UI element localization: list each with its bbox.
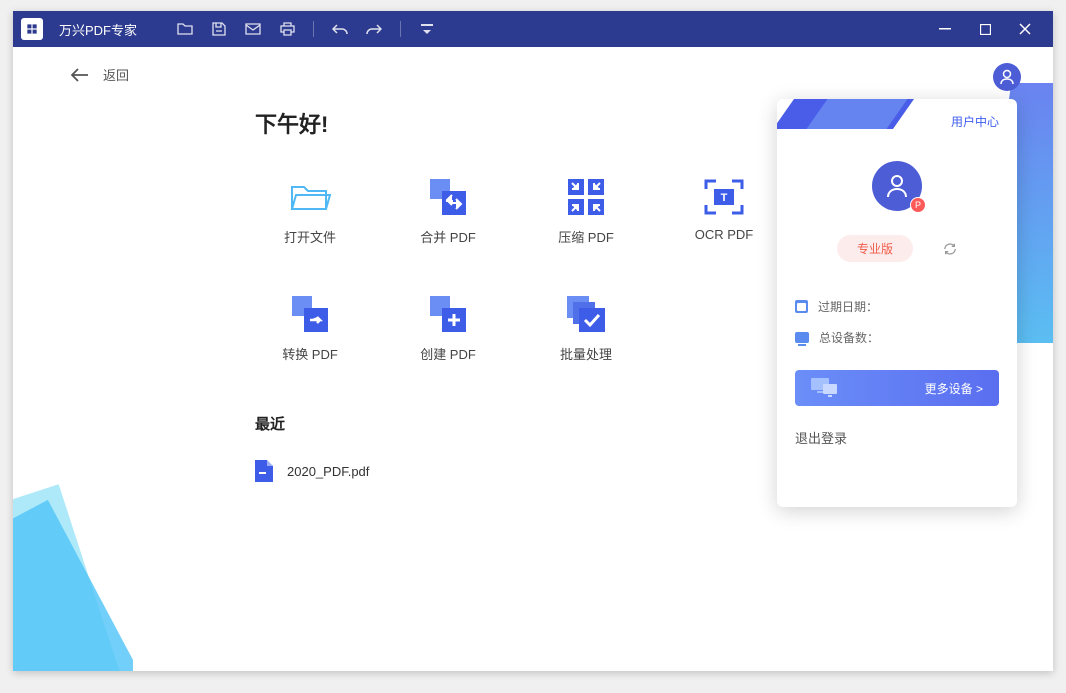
- expiry-label: 过期日期：: [818, 298, 878, 315]
- app-logo: [21, 18, 43, 40]
- maximize-button[interactable]: [965, 11, 1005, 47]
- save-icon[interactable]: [211, 21, 227, 37]
- more-devices-button[interactable]: 更多设备 >: [795, 370, 999, 406]
- action-convert-pdf[interactable]: 转换 PDF: [255, 296, 365, 363]
- action-merge-pdf[interactable]: 合并 PDF: [393, 179, 503, 246]
- separator: [400, 21, 401, 37]
- back-button[interactable]: 返回: [71, 65, 129, 84]
- app-title: 万兴PDF专家: [59, 20, 137, 39]
- action-batch-process[interactable]: 批量处理: [531, 296, 641, 363]
- expiry-row: 过期日期：: [795, 298, 999, 315]
- avatar-badge: P: [910, 197, 926, 213]
- print-icon[interactable]: [279, 21, 295, 37]
- action-label: 转换 PDF: [282, 344, 338, 363]
- monitor-icon: [795, 332, 809, 343]
- pro-badge: 专业版: [837, 235, 913, 262]
- create-icon: [427, 296, 469, 332]
- devices-row: 总设备数：: [795, 329, 999, 346]
- undo-icon[interactable]: [332, 21, 348, 37]
- user-panel: 用户中心 P 专业版 过期日期： 总设备数：: [777, 99, 1017, 507]
- action-label: OCR PDF: [695, 227, 754, 242]
- calendar-icon: [795, 300, 808, 313]
- more-devices-label: 更多设备 >: [925, 380, 983, 397]
- batch-icon: [565, 296, 607, 332]
- close-button[interactable]: [1005, 11, 1045, 47]
- user-center-link[interactable]: 用户中心: [951, 113, 999, 130]
- panel-decoration: [777, 99, 907, 159]
- separator: [313, 21, 314, 37]
- minimize-button[interactable]: [925, 11, 965, 47]
- content-area: 返回 下午好! 打开文件 合并 PDF: [13, 47, 1053, 671]
- titlebar: 万兴PDF专家: [13, 11, 1053, 47]
- devices-icon: [811, 376, 839, 400]
- user-avatar-top[interactable]: [993, 63, 1021, 91]
- action-label: 压缩 PDF: [558, 227, 614, 246]
- dropdown-icon[interactable]: [419, 21, 435, 37]
- ocr-icon: T: [703, 179, 745, 215]
- action-compress-pdf[interactable]: 压缩 PDF: [531, 179, 641, 246]
- action-ocr-pdf[interactable]: T OCR PDF: [669, 179, 779, 246]
- devices-label: 总设备数：: [819, 329, 879, 346]
- pdf-file-icon: [255, 460, 273, 482]
- recent-file-name: 2020_PDF.pdf: [287, 464, 369, 479]
- compress-icon: [565, 179, 607, 215]
- redo-icon[interactable]: [366, 21, 382, 37]
- action-label: 批量处理: [560, 344, 612, 363]
- action-label: 打开文件: [284, 227, 336, 246]
- logout-button[interactable]: 退出登录: [795, 428, 999, 447]
- merge-icon: [427, 179, 469, 215]
- folder-icon[interactable]: [177, 21, 193, 37]
- refresh-icon[interactable]: [943, 242, 957, 256]
- action-open-file[interactable]: 打开文件: [255, 179, 365, 246]
- action-label: 创建 PDF: [420, 344, 476, 363]
- user-avatar-large[interactable]: P: [872, 161, 922, 211]
- mail-icon[interactable]: [245, 21, 261, 37]
- back-label: 返回: [103, 65, 129, 84]
- folder-open-icon: [289, 179, 331, 215]
- action-create-pdf[interactable]: 创建 PDF: [393, 296, 503, 363]
- back-arrow-icon: [71, 68, 89, 82]
- decoration-bottom-left: [13, 471, 133, 671]
- convert-icon: [289, 296, 331, 332]
- svg-text:T: T: [721, 192, 728, 204]
- action-label: 合并 PDF: [420, 227, 476, 246]
